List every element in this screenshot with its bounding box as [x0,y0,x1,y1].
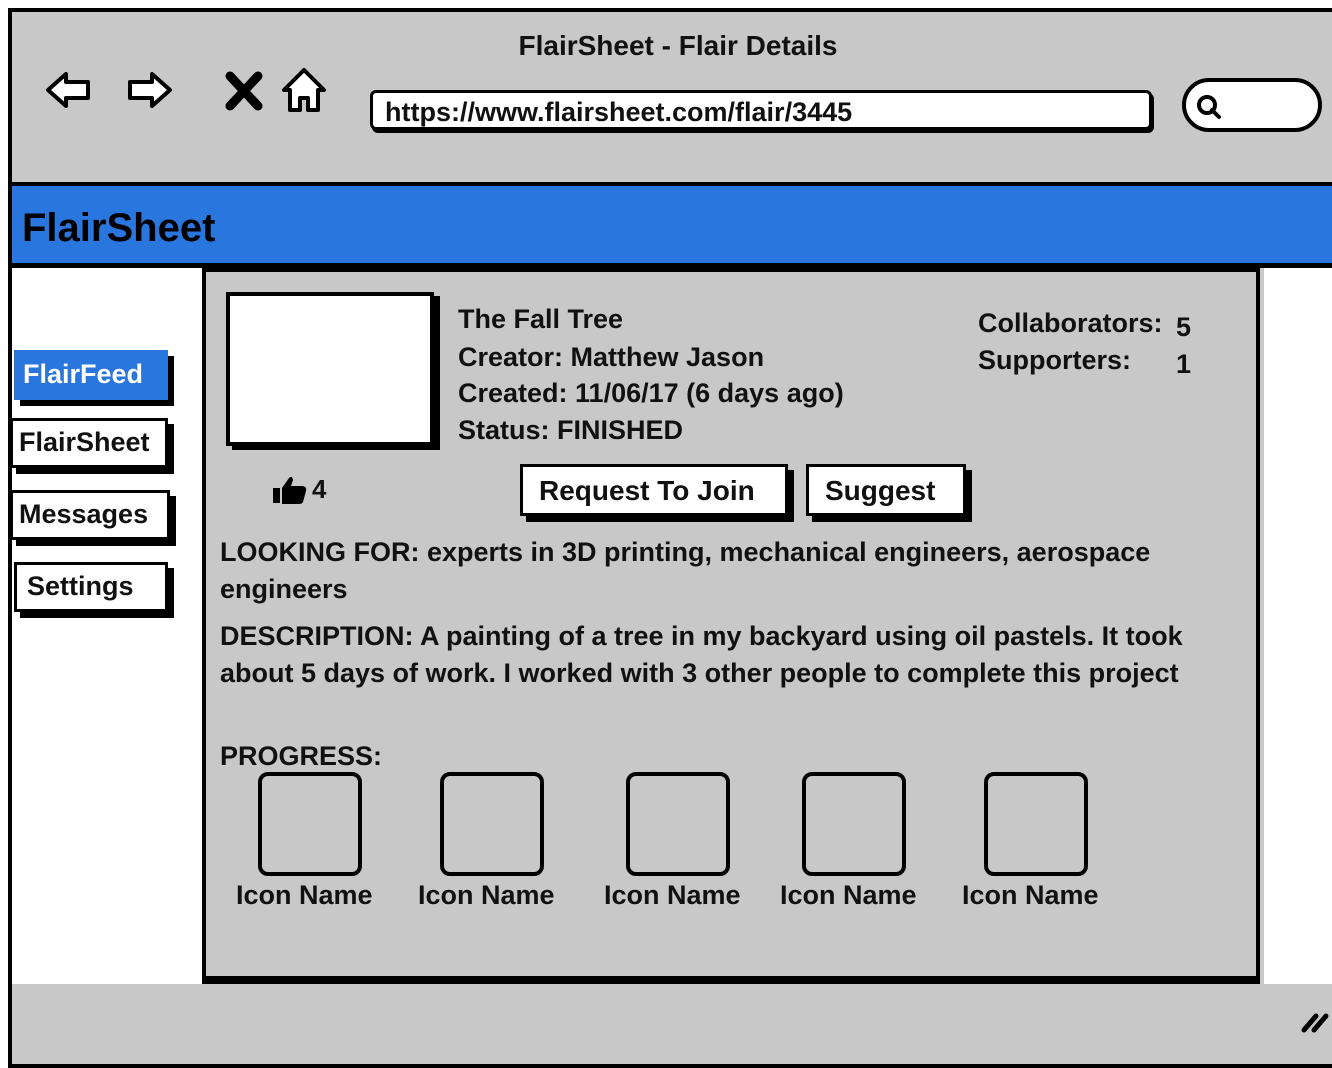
flair-creator: Creator: Matthew Jason [458,342,765,372]
like-count: 4 [312,474,327,504]
supporters-label: Supporters: [978,345,1132,375]
sidebar-item-flairsheet[interactable]: FlairSheet [12,418,168,468]
resize-grip-icon[interactable] [1300,1004,1330,1034]
window-title: FlairSheet - Flair Details [518,30,838,61]
app-title: FlairSheet [22,206,216,250]
request-to-join-button[interactable]: Request To Join [520,464,788,516]
url-input[interactable]: https://www.flairsheet.com/flair/3445 [370,90,1152,130]
home-icon[interactable] [280,66,328,114]
right-margin [1264,268,1332,988]
progress-icon [626,772,730,876]
search-icon [1197,95,1221,119]
sidebar: FlairFeed FlairSheet Messages Settings [12,268,202,988]
suggest-button[interactable]: Suggest [806,464,966,516]
back-arrow-icon[interactable] [44,66,92,114]
browser-window: FlairSheet - Flair Details https://www.f… [8,8,1332,1068]
flair-status: Status: FINISHED [458,415,684,445]
forward-arrow-icon[interactable] [126,66,174,114]
progress-item-label: Icon Name [604,880,741,910]
collaborators-label: Collaborators: [978,308,1163,338]
browser-search-input[interactable] [1182,78,1322,132]
sidebar-item-messages[interactable]: Messages [12,490,170,540]
app-header: FlairSheet [12,186,1332,268]
supporters-count: 1 [1176,349,1192,379]
status-bar [12,984,1332,1064]
flair-details-panel: 4 The Fall Tree Creator: Matthew Jason C… [202,268,1260,984]
sidebar-item-settings[interactable]: Settings [14,562,168,612]
close-icon[interactable] [220,66,268,114]
progress-icon [440,772,544,876]
thumbs-up-icon [273,476,307,504]
progress-icon [984,772,1088,876]
progress-label: PROGRESS: [220,741,383,771]
description-text: DESCRIPTION: A painting of a tree in my … [220,621,1183,688]
browser-toolbar: FlairSheet - Flair Details https://www.f… [12,12,1332,186]
flair-title: The Fall Tree [458,304,624,334]
progress-icon [802,772,906,876]
like-counter[interactable]: 4 [272,474,326,505]
collaborators-count: 5 [1176,312,1192,342]
progress-item-label: Icon Name [962,880,1099,910]
sidebar-item-flairfeed[interactable]: FlairFeed [14,350,168,400]
progress-item-label: Icon Name [780,880,917,910]
progress-icon [258,772,362,876]
progress-item-label: Icon Name [236,880,373,910]
looking-for-text: LOOKING FOR: experts in 3D printing, mec… [220,537,1151,604]
flair-created-date: Created: 11/06/17 (6 days ago) [458,378,844,408]
progress-item-label: Icon Name [418,880,555,910]
flair-thumbnail[interactable] [226,292,434,446]
